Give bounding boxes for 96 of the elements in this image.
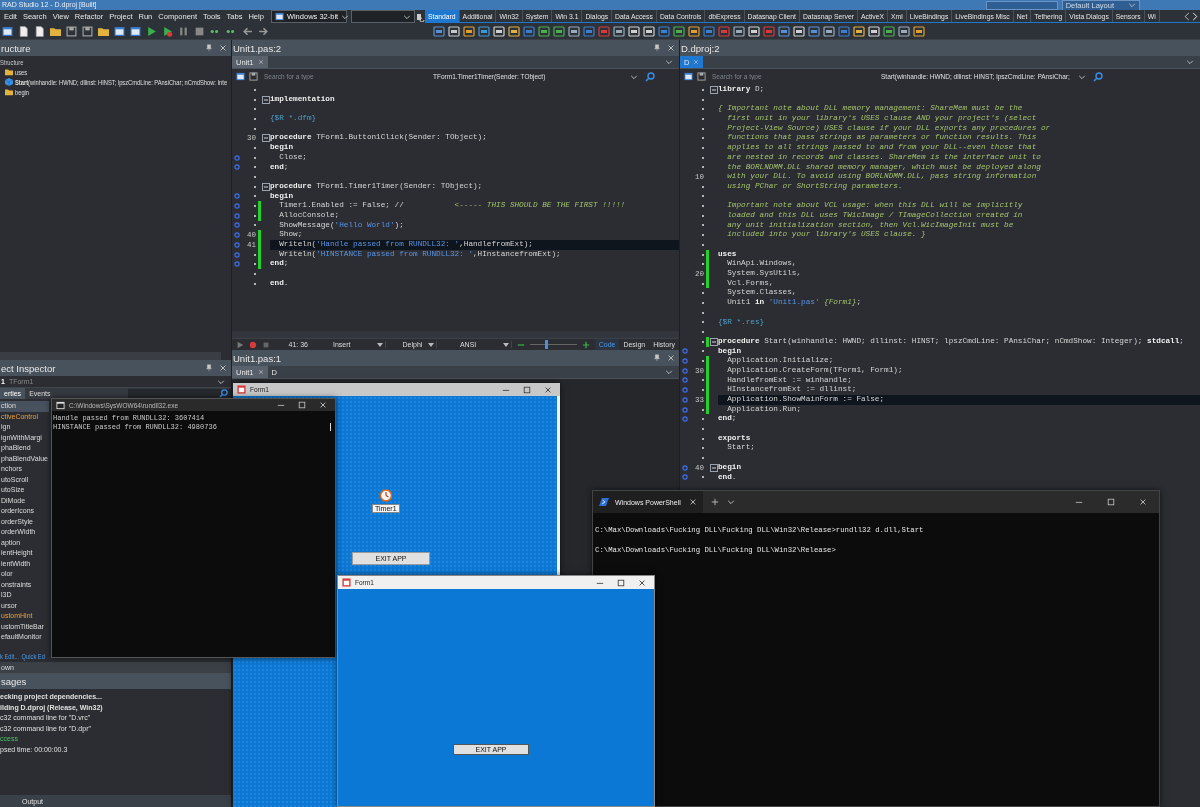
pin-icon[interactable]: [205, 44, 213, 52]
slider-thumb[interactable]: [544, 340, 548, 349]
component-icon[interactable]: [508, 25, 520, 37]
folder-icon: [5, 68, 13, 76]
component-icon[interactable]: [808, 25, 820, 37]
chevron-icon[interactable]: [665, 58, 673, 66]
component-icon[interactable]: [538, 25, 550, 37]
collapse-icon[interactable]: [709, 85, 718, 94]
scrollbar[interactable]: [0, 352, 221, 360]
play-icon[interactable]: [146, 25, 157, 37]
timer-icon[interactable]: [378, 488, 393, 503]
dropdown-icon: [503, 341, 510, 348]
component-icon[interactable]: [853, 25, 865, 37]
left-chevron-icon[interactable]: [1184, 11, 1190, 21]
panel-title: ructure: [1, 42, 31, 54]
run-debug-icon[interactable]: [162, 25, 173, 37]
panel-title: Unit1.pas:1: [233, 352, 282, 364]
search-icon[interactable]: [645, 71, 655, 82]
plus-icon[interactable]: [711, 498, 719, 506]
component-icon[interactable]: [553, 25, 565, 37]
window-icon[interactable]: [130, 25, 141, 37]
app-icon: [342, 578, 351, 587]
component-icon[interactable]: [778, 25, 790, 37]
folder-icon: [5, 88, 13, 96]
grid-icon[interactable]: [236, 72, 245, 81]
chevron-icon: [341, 12, 350, 21]
pin-icon[interactable]: [205, 364, 213, 372]
component-icon[interactable]: [478, 25, 490, 37]
chevron-icon[interactable]: [727, 498, 735, 506]
save-icon[interactable]: [82, 25, 93, 37]
component-icon[interactable]: [613, 25, 625, 37]
panel-title: D.dproj:2: [681, 42, 720, 54]
search-icon: [219, 389, 228, 398]
text-cursor: [330, 423, 331, 431]
grid-icon[interactable]: [684, 72, 693, 81]
collapse-icon[interactable]: [709, 463, 718, 472]
printer-icon[interactable]: [249, 72, 258, 81]
collapse-icon[interactable]: [261, 95, 270, 104]
close-icon[interactable]: [544, 385, 552, 394]
play-icon[interactable]: [236, 340, 244, 349]
component-icon[interactable]: [688, 25, 700, 37]
maximize-icon[interactable]: [523, 385, 531, 394]
dropdown-icon: [427, 341, 434, 348]
windows-icon: [274, 12, 284, 21]
save-icon[interactable]: [66, 25, 77, 37]
chevron-icon: [403, 12, 411, 21]
pin-icon[interactable]: [653, 44, 661, 52]
panel-title: sages: [1, 675, 27, 687]
chevron-icon[interactable]: [1186, 58, 1194, 66]
window-icon[interactable]: [2, 25, 13, 37]
component-icon[interactable]: [673, 25, 685, 37]
component-icon[interactable]: [913, 25, 925, 37]
component-icon[interactable]: [823, 25, 835, 37]
printer-icon[interactable]: [697, 72, 706, 81]
component-icon[interactable]: [448, 25, 460, 37]
component-icon[interactable]: [898, 25, 910, 37]
search-icon[interactable]: [1093, 71, 1103, 82]
stop-icon[interactable]: [194, 25, 205, 37]
back-arrow-icon[interactable]: [242, 25, 253, 37]
component-icon[interactable]: [463, 25, 475, 37]
close-icon[interactable]: [638, 578, 646, 587]
dropdown-icon: [376, 341, 383, 348]
search-field[interactable]: [128, 389, 231, 398]
search-field[interactable]: [985, 0, 1058, 10]
zoom-in-icon[interactable]: [581, 340, 590, 349]
right-chevron-icon[interactable]: [1192, 11, 1198, 21]
chevron-icon: [217, 377, 225, 386]
copy-icon[interactable]: [18, 25, 29, 37]
component-icon[interactable]: [433, 25, 445, 37]
stop-icon[interactable]: [262, 340, 270, 349]
cube-icon: [5, 78, 13, 86]
app-icon: [237, 385, 246, 394]
maximize-icon[interactable]: [617, 578, 625, 587]
collapse-icon[interactable]: [261, 182, 270, 191]
folder-icon[interactable]: [98, 25, 109, 37]
record-icon[interactable]: [249, 340, 257, 349]
chevron-icon[interactable]: [665, 368, 673, 376]
scrollbar[interactable]: [232, 331, 679, 338]
pause-icon[interactable]: [178, 25, 189, 37]
pin-icon[interactable]: [653, 354, 661, 362]
folder-icon[interactable]: [50, 25, 61, 37]
chevron-icon: [630, 72, 638, 81]
refresh-icon[interactable]: [415, 11, 425, 22]
chevron-icon: [1078, 72, 1086, 81]
terminal-icon: [599, 497, 609, 507]
window-icon[interactable]: [114, 25, 125, 37]
document-icon[interactable]: [34, 25, 45, 37]
component-icon[interactable]: [883, 25, 895, 37]
chevron-icon: [1128, 1, 1136, 9]
collapse-icon[interactable]: [261, 134, 270, 143]
panel-title: ect Inspector: [1, 362, 56, 374]
component-icon[interactable]: [733, 25, 745, 37]
forward-arrow-icon[interactable]: [258, 25, 269, 37]
collapse-icon[interactable]: [709, 337, 718, 346]
component-icon[interactable]: [568, 25, 580, 37]
panel-title: Unit1.pas:2: [233, 42, 282, 54]
